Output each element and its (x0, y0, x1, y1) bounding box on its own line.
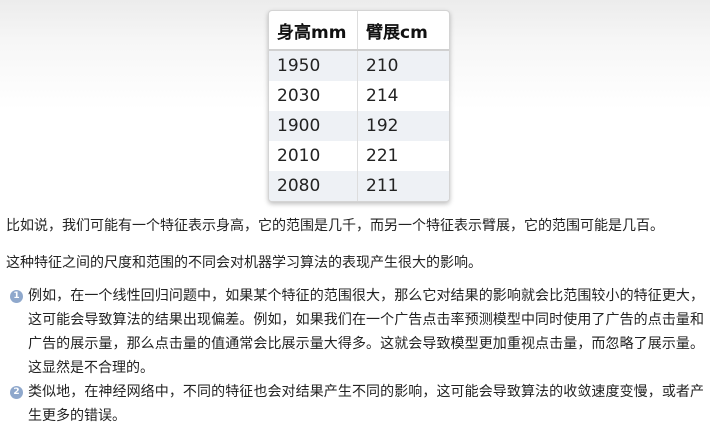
column-header-height: 身高mm (269, 11, 358, 51)
table-header-row: 身高mm 臂展cm (269, 11, 449, 51)
column-header-armspan: 臂展cm (357, 11, 449, 51)
number-one-icon: 1 (10, 290, 23, 303)
list-item-text: 类似地，在神经网络中，不同的特征也会对结果产生不同的影响，这可能会导致算法的收敛… (28, 384, 704, 424)
height-cell: 1900 (269, 111, 358, 141)
table-row: 1900 192 (269, 111, 449, 141)
paragraph-height-armspan: 比如说，我们可能有一个特征表示身高，它的范围是几千，而另一个特征表示臂展，它的范… (6, 218, 664, 234)
armspan-cell: 221 (357, 141, 449, 171)
table-row: 2080 211 (269, 171, 449, 201)
table-row: 2010 221 (269, 141, 449, 171)
armspan-cell: 214 (357, 81, 449, 111)
number-two-icon: 2 (10, 386, 23, 399)
height-cell: 2080 (269, 171, 358, 201)
height-armspan-table: 身高mm 臂展cm 1950 210 2030 214 1900 192 201… (269, 11, 449, 201)
data-table-card: 身高mm 臂展cm 1950 210 2030 214 1900 192 201… (268, 10, 450, 202)
height-cell: 1950 (269, 50, 358, 81)
armspan-cell: 211 (357, 171, 449, 201)
armspan-cell: 192 (357, 111, 449, 141)
height-cell: 2030 (269, 81, 358, 111)
paragraph-scale-effect: 这种特征之间的尺度和范围的不同会对机器学习算法的表现产生很大的影响。 (6, 255, 482, 271)
table-row: 2030 214 (269, 81, 449, 111)
list-item-text: 例如，在一个线性回归问题中，如果某个特征的范围很大，那么它对结果的影响就会比范围… (28, 288, 704, 376)
height-cell: 2010 (269, 141, 358, 171)
table-row: 1950 210 (269, 50, 449, 81)
armspan-cell: 210 (357, 50, 449, 81)
